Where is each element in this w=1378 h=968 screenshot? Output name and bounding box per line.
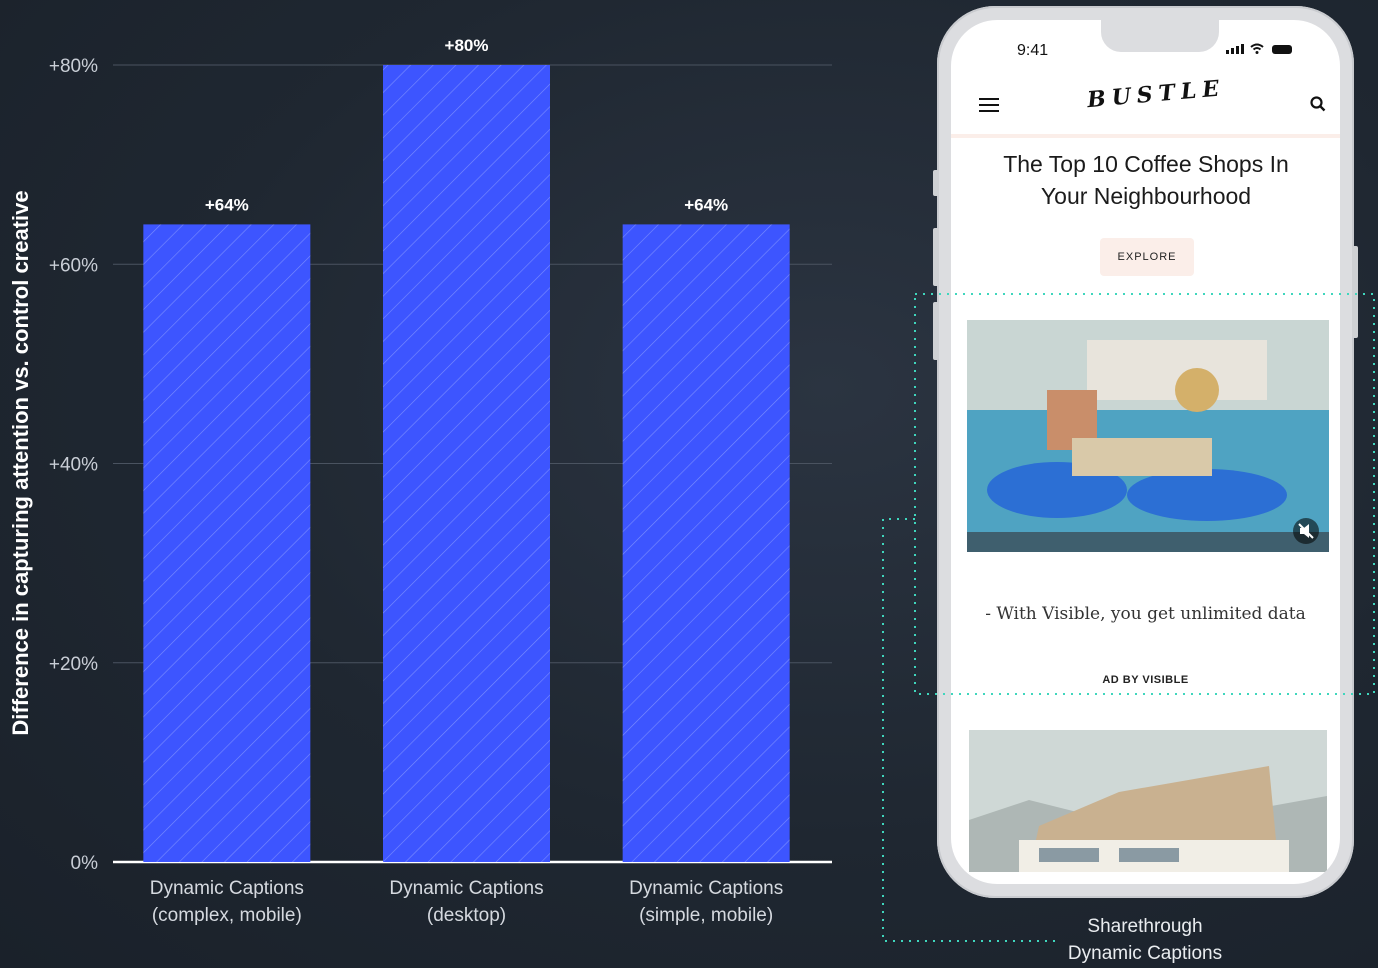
bar — [383, 65, 550, 862]
ad-video[interactable] — [967, 320, 1329, 552]
x-tick-label: Dynamic Captions — [150, 878, 304, 899]
x-tick-label: (complex, mobile) — [152, 905, 302, 926]
ad-attribution[interactable]: AD BY VISIBLE — [951, 674, 1340, 686]
site-logo[interactable]: BUSTLE — [1086, 75, 1226, 113]
video-thumbnail — [967, 320, 1329, 552]
data-label: +80% — [445, 36, 489, 55]
x-tick-label: (simple, mobile) — [639, 905, 773, 926]
status-icons — [1226, 43, 1292, 54]
phone-mockup: 9:41 BUSTLE The Top 10 Coffee Shops In Y… — [933, 6, 1358, 898]
status-time: 9:41 — [1017, 42, 1049, 59]
bar-chart: 0% +20% +40% +60% +80% +64% Dynamic Captions (… — [8, 36, 832, 926]
x-tick-label: Dynamic Captions — [389, 878, 543, 899]
phone-side-button — [933, 170, 939, 196]
menu-icon[interactable] — [979, 98, 999, 116]
article-image[interactable] — [969, 730, 1327, 872]
phone-side-button — [933, 228, 939, 286]
y-tick-label: +20% — [49, 654, 98, 675]
callout-line-2: Dynamic Captions — [1067, 943, 1223, 964]
y-tick-label: 0% — [71, 853, 99, 874]
signal-icon — [1226, 44, 1244, 54]
explore-button[interactable]: EXPLORE — [1100, 238, 1194, 276]
wifi-icon — [1250, 43, 1264, 54]
y-tick-label: +80% — [49, 56, 98, 77]
search-icon[interactable] — [1310, 96, 1326, 112]
x-tick-label: (desktop) — [427, 905, 506, 926]
phone-side-button — [1352, 246, 1358, 338]
data-label: +64% — [205, 195, 249, 214]
callout-label: Sharethrough Dynamic Captions — [1040, 913, 1250, 967]
y-axis-title: Difference in capturing attention vs. co… — [8, 190, 33, 735]
site-header: BUSTLE — [951, 72, 1340, 138]
phone-screen: 9:41 BUSTLE The Top 10 Coffee Shops In Y… — [951, 20, 1340, 884]
x-tick-label: Dynamic Captions — [629, 878, 783, 899]
bar — [622, 224, 790, 862]
y-tick-label: +60% — [49, 255, 98, 276]
phone-notch — [1101, 20, 1219, 52]
mute-icon[interactable] — [1293, 518, 1319, 544]
callout-line-1: Sharethrough — [1087, 916, 1203, 937]
article-title[interactable]: The Top 10 Coffee Shops In Your Neighbou… — [981, 148, 1311, 212]
data-label: +64% — [684, 195, 728, 214]
y-tick-label: +40% — [49, 455, 98, 476]
phone-side-button — [933, 302, 939, 360]
battery-icon — [1272, 45, 1292, 54]
ad-caption: - With Visible, you get unlimited data — [985, 604, 1306, 624]
bar — [143, 224, 311, 862]
